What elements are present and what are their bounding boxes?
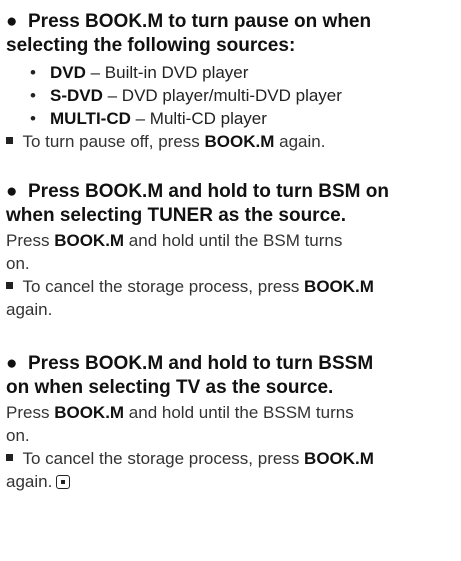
bullet-dot-icon: ● — [6, 11, 18, 32]
end-of-section-icon — [56, 475, 71, 489]
square-bullet-icon — [6, 282, 13, 289]
bullet-dot-icon: ● — [6, 353, 18, 374]
note-line: To cancel the storage process, press BOO… — [6, 448, 374, 470]
list-item: • S-DVD – DVD player/multi-DVD player — [30, 86, 342, 105]
bullet-icon: • — [30, 109, 36, 128]
note-line-cont: again. — [6, 471, 71, 493]
note-line: To turn pause off, press BOOK.M again. — [6, 131, 325, 153]
section-heading-cont: when selecting TUNER as the source. — [6, 205, 346, 226]
section-heading-cont: selecting the following sources: — [6, 35, 296, 56]
section-heading-cont: on when selecting TV as the source. — [6, 377, 334, 398]
body-line: Press BOOK.M and hold until the BSM turn… — [6, 231, 343, 250]
bullet-icon: • — [30, 86, 36, 105]
body-line-cont: on. — [6, 426, 30, 445]
body-line-cont: on. — [6, 254, 30, 273]
square-bullet-icon — [6, 454, 13, 461]
note-line-cont: again. — [6, 300, 53, 319]
section-heading: ● Press BOOK.M and hold to turn BSM on — [6, 181, 389, 202]
section-heading: ● Press BOOK.M to turn pause on when — [6, 11, 372, 32]
note-line: To cancel the storage process, press BOO… — [6, 276, 374, 298]
section-heading: ● Press BOOK.M and hold to turn BSSM — [6, 353, 374, 374]
body-line: Press BOOK.M and hold until the BSSM tur… — [6, 403, 354, 422]
square-bullet-icon — [6, 137, 13, 144]
bullet-icon: • — [30, 63, 36, 82]
list-item: • MULTI-CD – Multi-CD player — [30, 109, 267, 128]
manual-page: ● Press BOOK.M to turn pause on when sele… — [0, 0, 461, 561]
list-item: • DVD – Built-in DVD player — [30, 63, 249, 82]
bullet-dot-icon: ● — [6, 181, 18, 202]
